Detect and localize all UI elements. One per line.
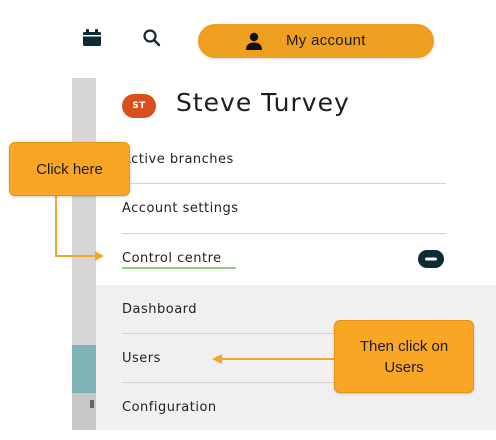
callout-then-click-line1: Then click on [359, 337, 449, 355]
arrow-to-control-centre [55, 194, 96, 257]
callout-click-here-text: Click here [36, 160, 103, 178]
callout-click-here: Click here [9, 142, 130, 196]
callout-then-click-line2: Users [384, 358, 424, 376]
arrow-head-control-centre [95, 251, 104, 261]
callout-then-click-users: Then click on Users [334, 320, 474, 393]
arrow-head-users [212, 354, 222, 364]
